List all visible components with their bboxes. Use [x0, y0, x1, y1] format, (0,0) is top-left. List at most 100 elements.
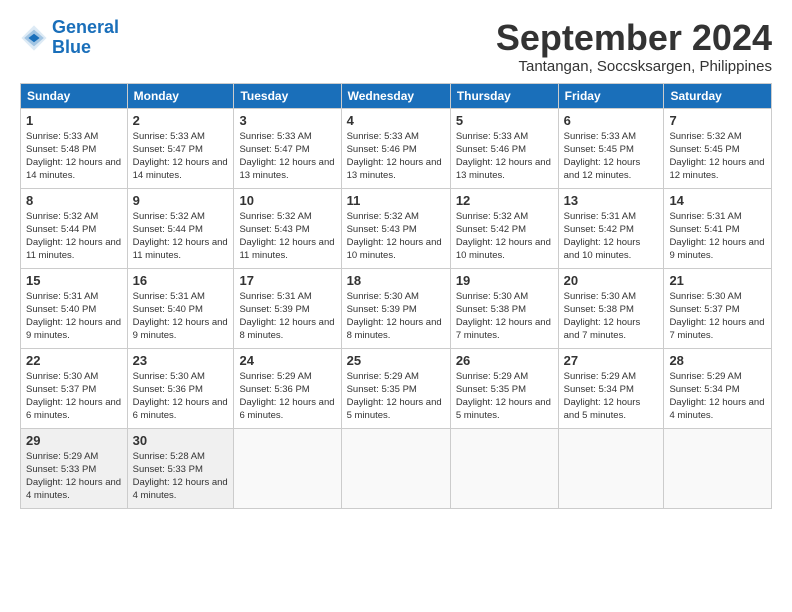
- day-number: 8: [26, 193, 122, 208]
- day-info: Sunrise: 5:30 AM Sunset: 5:38 PM Dayligh…: [456, 290, 553, 343]
- calendar-cell: 11Sunrise: 5:32 AM Sunset: 5:43 PM Dayli…: [341, 188, 450, 268]
- day-number: 10: [239, 193, 335, 208]
- day-number: 15: [26, 273, 122, 288]
- calendar-cell: 26 Sunrise: 5:29 AM Sunset: 5:35 PM Dayli…: [450, 348, 558, 428]
- day-info: Sunrise: 5:28 AM Sunset: 5:33 PM Dayligh…: [133, 450, 229, 503]
- logo-icon: [20, 24, 48, 52]
- day-number: 22: [26, 353, 122, 368]
- calendar-cell: 30 Sunrise: 5:28 AM Sunset: 5:33 PM Dayli…: [127, 428, 234, 508]
- col-tuesday: Tuesday: [234, 83, 341, 108]
- day-number: 23: [133, 353, 229, 368]
- calendar-table: Sunday Monday Tuesday Wednesday Thursday…: [20, 83, 772, 509]
- day-info: Sunrise: 5:29 AM Sunset: 5:34 PM Dayligh…: [564, 370, 659, 423]
- location: Tantangan, Soccsksargen, Philippines: [496, 58, 772, 75]
- title-block: September 2024 Tantangan, Soccsksargen, …: [496, 18, 772, 75]
- day-info: Sunrise: 5:31 AM Sunset: 5:42 PM Dayligh…: [564, 210, 659, 263]
- day-info: Sunrise: 5:32 AM Sunset: 5:42 PM Dayligh…: [456, 210, 553, 263]
- day-info: Sunrise: 5:33 AM Sunset: 5:46 PM Dayligh…: [347, 130, 445, 183]
- day-number: 21: [669, 273, 766, 288]
- calendar-header-row: Sunday Monday Tuesday Wednesday Thursday…: [21, 83, 772, 108]
- day-number: 12: [456, 193, 553, 208]
- day-info: Sunrise: 5:29 AM Sunset: 5:34 PM Dayligh…: [669, 370, 766, 423]
- day-info: Sunrise: 5:32 AM Sunset: 5:44 PM Dayligh…: [133, 210, 229, 263]
- calendar-row-2: 15 Sunrise: 5:31 AM Sunset: 5:40 PM Dayli…: [21, 268, 772, 348]
- calendar-cell: 17 Sunrise: 5:31 AM Sunset: 5:39 PM Dayli…: [234, 268, 341, 348]
- calendar-row-4: 29 Sunrise: 5:29 AM Sunset: 5:33 PM Dayli…: [21, 428, 772, 508]
- day-info: Sunrise: 5:29 AM Sunset: 5:35 PM Dayligh…: [456, 370, 553, 423]
- day-info: Sunrise: 5:30 AM Sunset: 5:37 PM Dayligh…: [26, 370, 122, 423]
- day-info: Sunrise: 5:29 AM Sunset: 5:33 PM Dayligh…: [26, 450, 122, 503]
- calendar-cell: [558, 428, 664, 508]
- calendar-cell: 15Sunrise: 5:31 AM Sunset: 5:40 PM Dayli…: [21, 268, 128, 348]
- logo-line1: General: [52, 17, 119, 37]
- day-info: Sunrise: 5:31 AM Sunset: 5:40 PM Dayligh…: [133, 290, 229, 343]
- day-number: 14: [669, 193, 766, 208]
- calendar-cell: 12 Sunrise: 5:32 AM Sunset: 5:42 PM Dayli…: [450, 188, 558, 268]
- day-info: Sunrise: 5:33 AM Sunset: 5:47 PM Dayligh…: [133, 130, 229, 183]
- calendar-cell: 27 Sunrise: 5:29 AM Sunset: 5:34 PM Dayli…: [558, 348, 664, 428]
- day-info: Sunrise: 5:29 AM Sunset: 5:36 PM Dayligh…: [239, 370, 335, 423]
- calendar-cell: 7Sunrise: 5:32 AM Sunset: 5:45 PM Daylig…: [664, 108, 772, 188]
- calendar-cell: 9Sunrise: 5:32 AM Sunset: 5:44 PM Daylig…: [127, 188, 234, 268]
- calendar-cell: 22 Sunrise: 5:30 AM Sunset: 5:37 PM Dayli…: [21, 348, 128, 428]
- day-info: Sunrise: 5:32 AM Sunset: 5:44 PM Dayligh…: [26, 210, 122, 263]
- day-info: Sunrise: 5:30 AM Sunset: 5:38 PM Dayligh…: [564, 290, 659, 343]
- day-info: Sunrise: 5:30 AM Sunset: 5:36 PM Dayligh…: [133, 370, 229, 423]
- calendar-cell: 2 Sunrise: 5:33 AM Sunset: 5:47 PM Daylig…: [127, 108, 234, 188]
- day-number: 6: [564, 113, 659, 128]
- day-number: 20: [564, 273, 659, 288]
- day-info: Sunrise: 5:29 AM Sunset: 5:35 PM Dayligh…: [347, 370, 445, 423]
- day-number: 18: [347, 273, 445, 288]
- day-number: 17: [239, 273, 335, 288]
- calendar-cell: 13Sunrise: 5:31 AM Sunset: 5:42 PM Dayli…: [558, 188, 664, 268]
- day-number: 1: [26, 113, 122, 128]
- col-monday: Monday: [127, 83, 234, 108]
- calendar-cell: [664, 428, 772, 508]
- day-number: 27: [564, 353, 659, 368]
- header: General Blue September 2024 Tantangan, S…: [20, 18, 772, 75]
- day-info: Sunrise: 5:30 AM Sunset: 5:39 PM Dayligh…: [347, 290, 445, 343]
- logo-text: General Blue: [52, 18, 119, 58]
- day-number: 2: [133, 113, 229, 128]
- calendar-cell: 24 Sunrise: 5:29 AM Sunset: 5:36 PM Dayli…: [234, 348, 341, 428]
- page: General Blue September 2024 Tantangan, S…: [0, 0, 792, 519]
- calendar-cell: 29 Sunrise: 5:29 AM Sunset: 5:33 PM Dayli…: [21, 428, 128, 508]
- day-info: Sunrise: 5:31 AM Sunset: 5:41 PM Dayligh…: [669, 210, 766, 263]
- calendar-cell: [450, 428, 558, 508]
- day-info: Sunrise: 5:32 AM Sunset: 5:43 PM Dayligh…: [239, 210, 335, 263]
- calendar-cell: 3Sunrise: 5:33 AM Sunset: 5:47 PM Daylig…: [234, 108, 341, 188]
- calendar-cell: 14 Sunrise: 5:31 AM Sunset: 5:41 PM Dayli…: [664, 188, 772, 268]
- calendar-cell: [234, 428, 341, 508]
- logo-line2: Blue: [52, 37, 91, 57]
- calendar-row-0: 1Sunrise: 5:33 AM Sunset: 5:48 PM Daylig…: [21, 108, 772, 188]
- calendar-cell: 16 Sunrise: 5:31 AM Sunset: 5:40 PM Dayli…: [127, 268, 234, 348]
- col-sunday: Sunday: [21, 83, 128, 108]
- day-number: 29: [26, 433, 122, 448]
- col-wednesday: Wednesday: [341, 83, 450, 108]
- day-number: 3: [239, 113, 335, 128]
- day-number: 16: [133, 273, 229, 288]
- calendar-cell: 20 Sunrise: 5:30 AM Sunset: 5:38 PM Dayli…: [558, 268, 664, 348]
- logo: General Blue: [20, 18, 119, 58]
- day-info: Sunrise: 5:30 AM Sunset: 5:37 PM Dayligh…: [669, 290, 766, 343]
- day-info: Sunrise: 5:31 AM Sunset: 5:39 PM Dayligh…: [239, 290, 335, 343]
- calendar-cell: 25Sunrise: 5:29 AM Sunset: 5:35 PM Dayli…: [341, 348, 450, 428]
- col-friday: Friday: [558, 83, 664, 108]
- day-number: 24: [239, 353, 335, 368]
- day-number: 28: [669, 353, 766, 368]
- col-thursday: Thursday: [450, 83, 558, 108]
- day-number: 30: [133, 433, 229, 448]
- calendar-cell: 23 Sunrise: 5:30 AM Sunset: 5:36 PM Dayli…: [127, 348, 234, 428]
- day-info: Sunrise: 5:32 AM Sunset: 5:45 PM Dayligh…: [669, 130, 766, 183]
- calendar-cell: 1Sunrise: 5:33 AM Sunset: 5:48 PM Daylig…: [21, 108, 128, 188]
- calendar-row-1: 8 Sunrise: 5:32 AM Sunset: 5:44 PM Daylig…: [21, 188, 772, 268]
- day-number: 26: [456, 353, 553, 368]
- day-number: 11: [347, 193, 445, 208]
- calendar-cell: 6Sunrise: 5:33 AM Sunset: 5:45 PM Daylig…: [558, 108, 664, 188]
- day-number: 5: [456, 113, 553, 128]
- day-number: 4: [347, 113, 445, 128]
- calendar-cell: [341, 428, 450, 508]
- col-saturday: Saturday: [664, 83, 772, 108]
- calendar-row-3: 22 Sunrise: 5:30 AM Sunset: 5:37 PM Dayli…: [21, 348, 772, 428]
- calendar-cell: 19Sunrise: 5:30 AM Sunset: 5:38 PM Dayli…: [450, 268, 558, 348]
